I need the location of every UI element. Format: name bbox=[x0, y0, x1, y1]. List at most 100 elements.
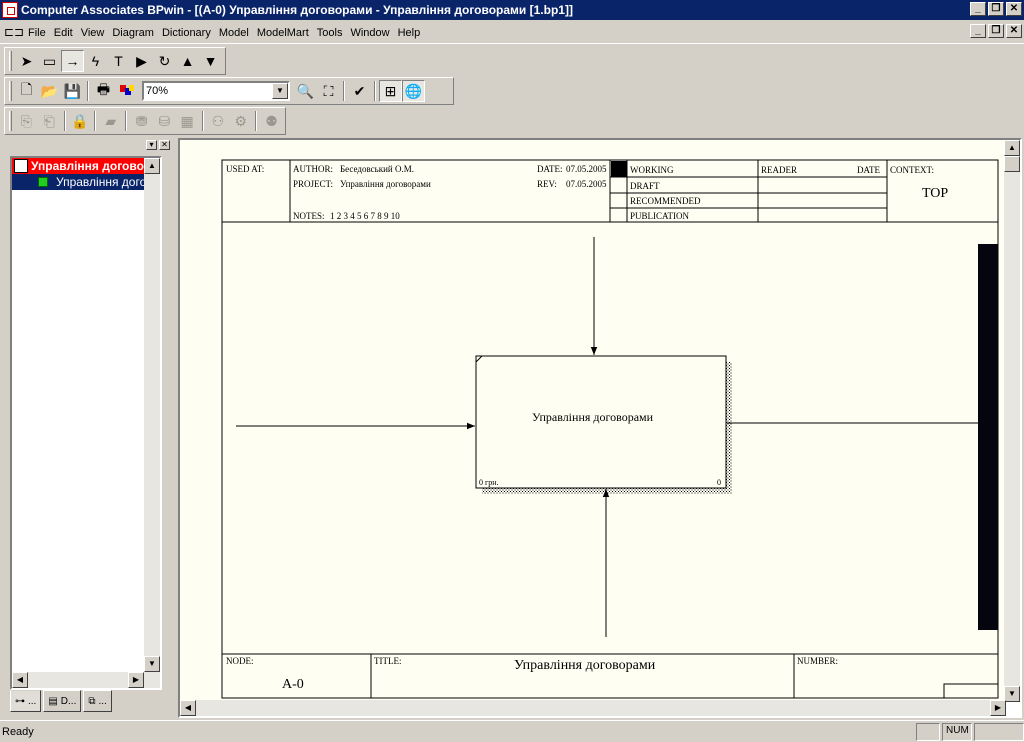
new-file-icon[interactable]: 🗋 bbox=[15, 80, 38, 102]
status-panel-empty bbox=[916, 722, 940, 741]
menu-model[interactable]: Model bbox=[215, 24, 253, 42]
save-icon[interactable]: 💾 bbox=[61, 80, 84, 102]
mm-admin-icon[interactable]: ⚉ bbox=[260, 110, 283, 132]
num-lock-indicator: NUM bbox=[942, 722, 972, 741]
zoom-fit-icon[interactable]: ⛶ bbox=[317, 80, 340, 102]
canvas-vertical-scrollbar[interactable]: ▲ ▼ bbox=[1004, 140, 1020, 702]
author-label: AUTHOR: bbox=[293, 164, 333, 174]
tree-root-item[interactable]: Управління догово bbox=[12, 158, 160, 174]
menu-modelmart[interactable]: ModelMart bbox=[253, 24, 313, 42]
scroll-up-icon[interactable]: ▲ bbox=[144, 158, 160, 174]
minimize-button[interactable]: _ bbox=[970, 2, 986, 16]
toolbar-grip[interactable] bbox=[9, 51, 12, 71]
doc-close-button[interactable]: ✕ bbox=[1006, 24, 1022, 38]
color-palette-svg bbox=[119, 85, 134, 95]
diagram-window: USED AT: AUTHOR: Беседовський О.М. PROJE… bbox=[178, 138, 1022, 718]
mm-security-icon[interactable]: ⚙ bbox=[229, 110, 252, 132]
scroll-down-icon[interactable]: ▼ bbox=[144, 656, 160, 672]
tab-activities-label: ... bbox=[28, 695, 37, 707]
diagram-canvas[interactable]: USED AT: AUTHOR: Беседовський О.М. PROJE… bbox=[180, 140, 1006, 702]
doc-restore-button[interactable]: ❐ bbox=[988, 24, 1004, 38]
lock-icon[interactable]: 🔒 bbox=[69, 110, 92, 132]
scroll-down-icon[interactable]: ▼ bbox=[1004, 686, 1020, 702]
toolbar-separator bbox=[374, 81, 376, 101]
tree-horizontal-scrollbar[interactable]: ◀ ▶ bbox=[12, 672, 144, 688]
mm-connect-icon[interactable]: ⎘ bbox=[15, 110, 38, 132]
arrow-tool-icon[interactable]: → bbox=[61, 50, 84, 72]
activity-box-tool-icon[interactable]: ▭ bbox=[38, 50, 61, 72]
tree-child-label: Управління догов bbox=[56, 175, 153, 189]
modelmart-globe-icon[interactable]: 🌐 bbox=[402, 80, 425, 102]
explorer-close-icon[interactable]: ✕ bbox=[159, 140, 170, 150]
menu-view[interactable]: View bbox=[77, 24, 109, 42]
explorer-dropdown-icon[interactable]: ▾ bbox=[146, 140, 157, 150]
scroll-thumb[interactable] bbox=[1004, 156, 1020, 172]
go-to-sibling-icon[interactable]: ↻ bbox=[153, 50, 176, 72]
mm-users-icon[interactable]: ⚇ bbox=[207, 110, 230, 132]
selection-bar bbox=[978, 244, 998, 630]
print-icon[interactable]: 🖶 bbox=[92, 80, 115, 102]
document-system-menu-icon[interactable]: ⊏⊐ bbox=[4, 25, 24, 41]
activity-tree-icon: ⊶ bbox=[15, 695, 25, 707]
title-label: TITLE: bbox=[374, 656, 402, 666]
menu-dictionary[interactable]: Dictionary bbox=[158, 24, 215, 42]
chevron-down-icon[interactable]: ▼ bbox=[272, 83, 288, 99]
toolbar-grip[interactable] bbox=[9, 111, 12, 131]
scroll-up-icon[interactable]: ▲ bbox=[1004, 140, 1020, 156]
text-tool-icon[interactable]: T bbox=[107, 50, 130, 72]
go-to-parent-icon[interactable]: ▲ bbox=[176, 50, 199, 72]
context-value: TOP bbox=[922, 186, 948, 201]
zoom-in-icon[interactable]: 🔍 bbox=[294, 80, 317, 102]
bpwin-app-icon[interactable] bbox=[2, 2, 18, 18]
open-folder-icon[interactable]: 📂 bbox=[38, 80, 61, 102]
model-explorer-toggle-icon[interactable]: ⊞ bbox=[379, 80, 402, 102]
zoom-select[interactable]: 70% ▼ bbox=[142, 81, 290, 101]
explorer-tabs: ⊶ ... ▤ D... ⧉ ... bbox=[10, 690, 112, 712]
toolbar-separator bbox=[201, 111, 204, 131]
squiggle-tool-icon[interactable]: ϟ bbox=[84, 50, 107, 72]
menu-help[interactable]: Help bbox=[394, 24, 425, 42]
project-value: Управління договорами bbox=[340, 179, 431, 189]
color-palette-icon[interactable] bbox=[115, 80, 138, 102]
tab-diagrams-label: D... bbox=[60, 695, 77, 707]
toolbar-grip[interactable] bbox=[9, 81, 12, 101]
mm-save-icon[interactable]: ⛃ bbox=[130, 110, 153, 132]
mm-merge-icon[interactable]: ⛁ bbox=[153, 110, 176, 132]
menu-edit[interactable]: Edit bbox=[50, 24, 77, 42]
document-window-controls: _ ❐ ✕ bbox=[970, 24, 1022, 38]
menu-file[interactable]: File bbox=[24, 24, 50, 42]
status-bar: Ready NUM bbox=[0, 720, 1024, 742]
tree-root-label: Управління догово bbox=[31, 159, 144, 173]
menu-tools[interactable]: Tools bbox=[313, 24, 347, 42]
scroll-left-icon[interactable]: ◀ bbox=[12, 672, 28, 688]
go-down-icon[interactable]: ▼ bbox=[199, 50, 222, 72]
doc-minimize-button[interactable]: _ bbox=[970, 24, 986, 38]
tab-objects[interactable]: ⧉ ... bbox=[83, 690, 112, 712]
canvas-horizontal-scrollbar[interactable]: ◀ ▶ bbox=[180, 700, 1006, 716]
mm-disconnect-icon[interactable]: ⎗ bbox=[38, 110, 61, 132]
tab-diagrams[interactable]: ▤ D... bbox=[43, 690, 82, 712]
tree-child-item[interactable]: Управління догов bbox=[12, 174, 160, 190]
go-to-child-icon[interactable]: ▶ bbox=[130, 50, 153, 72]
status-recommended: RECOMMENDED bbox=[630, 196, 701, 206]
activity-name: Управління договорами bbox=[532, 410, 654, 424]
explorer-header: ▾ ✕ bbox=[4, 140, 170, 152]
scroll-right-icon[interactable]: ▶ bbox=[128, 672, 144, 688]
menu-window[interactable]: Window bbox=[346, 24, 393, 42]
spell-check-icon[interactable]: ✔ bbox=[348, 80, 371, 102]
menu-diagram[interactable]: Diagram bbox=[108, 24, 158, 42]
mm-library-icon[interactable]: ▰ bbox=[99, 110, 122, 132]
mm-grid-icon[interactable]: ▦ bbox=[176, 110, 199, 132]
status-text: Ready bbox=[2, 725, 34, 738]
scroll-right-icon[interactable]: ▶ bbox=[990, 700, 1006, 716]
pointer-tool-icon[interactable]: ➤ bbox=[15, 50, 38, 72]
status-publication: PUBLICATION bbox=[630, 211, 690, 221]
tree-vertical-scrollbar[interactable]: ▲ ▼ bbox=[144, 158, 160, 688]
close-button[interactable]: ✕ bbox=[1006, 2, 1022, 16]
restore-button[interactable]: ❐ bbox=[988, 2, 1004, 16]
title-bar: Computer Associates BPwin - [(A-0) Управ… bbox=[0, 0, 1024, 20]
scroll-left-icon[interactable]: ◀ bbox=[180, 700, 196, 716]
toolbar-separator bbox=[63, 111, 66, 131]
activity-cost: 0 грн. bbox=[479, 478, 499, 487]
tab-activities[interactable]: ⊶ ... bbox=[10, 690, 42, 712]
